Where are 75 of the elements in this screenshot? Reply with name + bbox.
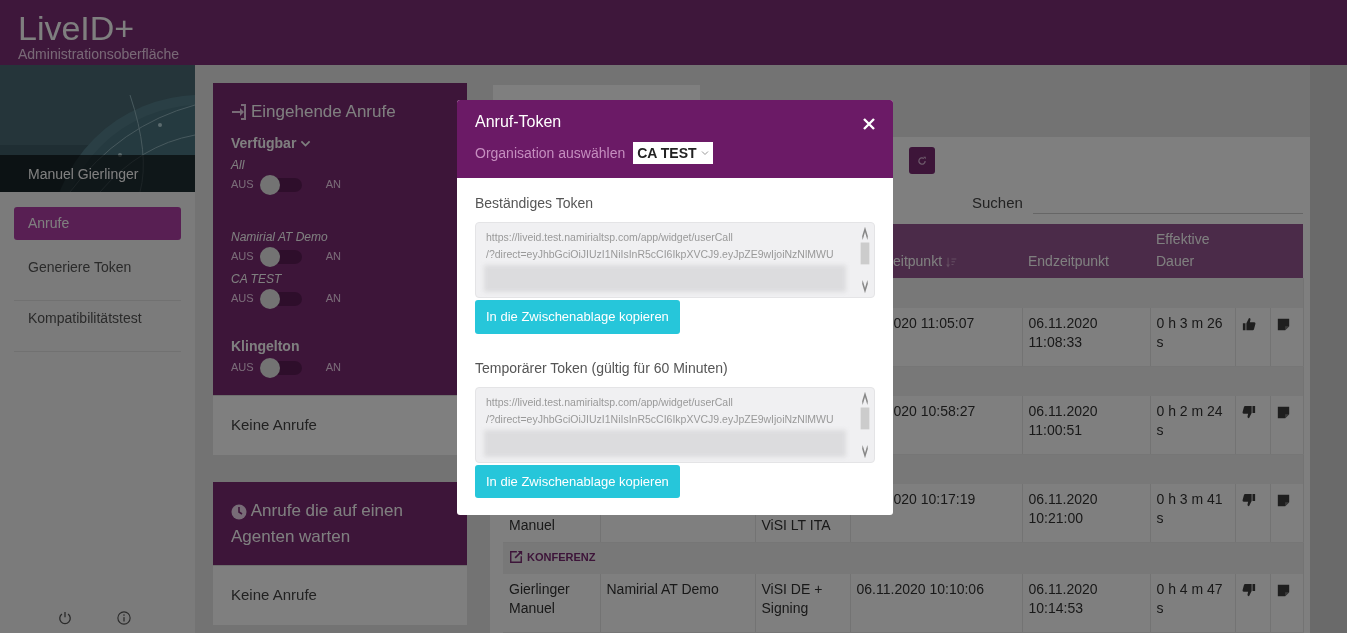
- table-cell: Namirial AT Demo: [606, 581, 719, 597]
- copy-button[interactable]: In die Zwischenablage kopieren: [475, 464, 680, 498]
- toggle-switch[interactable]: [261, 360, 302, 375]
- organization-select[interactable]: CA TEST: [633, 142, 713, 164]
- table-cell: Manuel: [509, 517, 555, 533]
- on-label: AN: [325, 291, 341, 307]
- organization-label: Organisation auswählen: [475, 143, 626, 163]
- thumbs-down-icon[interactable]: [1241, 583, 1256, 598]
- toggle-label: Namirial AT Demo: [231, 228, 329, 246]
- toggle-label: All: [231, 156, 246, 174]
- search-label: Suchen: [972, 192, 1023, 213]
- dialog-title: Anruf-Token: [475, 112, 562, 132]
- thumbs-down-icon[interactable]: [1241, 405, 1256, 420]
- on-label: AN: [325, 249, 341, 265]
- nav-item[interactable]: Generiere Token: [14, 250, 181, 301]
- token-text: /?direct=eyJhbGciOiJIUzI1NiIsInR5cCI6IkpXVCJ9.eyJpZE9wIjoiNzNlMWU: [486, 247, 835, 262]
- thumbs-up-icon[interactable]: [1241, 317, 1256, 332]
- toggle-switch[interactable]: [261, 249, 302, 264]
- toggle-label: CA TEST: [231, 270, 283, 288]
- table-cell: 0 h 4 m 47 s: [1156, 581, 1223, 616]
- token-field[interactable]: https://liveid.test.namirialtsp.com/app/widget/userCall /?direct=eyJhbGciOiJIUzI1NiIsInR5cCI6IkpXVCJ9.eyJpZE9wIjoiNzNlMWU: [475, 386, 875, 463]
- on-label: AN: [325, 177, 341, 193]
- table-cell: 020 10:58:27: [893, 403, 976, 419]
- off-label: AUS: [231, 291, 254, 307]
- table-cell: 06.11.2020 10:14:53: [1028, 581, 1098, 616]
- off-label: AUS: [231, 360, 254, 376]
- table-cell: 06.11.2020 10:10:06: [856, 581, 984, 597]
- panel-title: Anrufe die auf einen Agenten warten: [231, 500, 404, 548]
- note-icon[interactable]: [1276, 583, 1290, 597]
- off-label: AUS: [231, 249, 254, 265]
- note-icon[interactable]: [1276, 405, 1290, 419]
- copy-button[interactable]: In die Zwischenablage kopieren: [475, 300, 680, 334]
- app-subtitle: Administrationsoberfläche: [18, 46, 181, 62]
- table-cell: 0 h 2 m 24 s: [1156, 403, 1223, 438]
- table-cell: 06.11.2020 10:21:00: [1028, 491, 1098, 526]
- off-label: AUS: [231, 177, 254, 193]
- panel-title: Eingehende Anrufe: [251, 101, 396, 123]
- info-icon[interactable]: [117, 611, 131, 625]
- chevron-down-icon: [700, 149, 709, 157]
- table-cell: 020 11:05:07: [893, 315, 975, 331]
- table-cell: 0 h 3 m 26 s: [1156, 315, 1223, 350]
- clock-icon: [231, 503, 247, 520]
- power-icon[interactable]: [58, 611, 72, 625]
- token-text: https://liveid.test.namirialtsp.com/app/widget/userCall: [486, 230, 734, 245]
- column-header: Endzeitpunkt: [1022, 224, 1150, 278]
- toggle-switch[interactable]: [261, 177, 302, 192]
- token-text: https://liveid.test.namirialtsp.com/app/widget/userCall: [486, 394, 734, 410]
- note-icon[interactable]: [1276, 493, 1290, 507]
- token-text: /?direct=eyJhbGciOiJIUzI1NiIsInR5cCI6IkpXVCJ9.eyJpZE9wIjoiNzNlMWU: [486, 411, 835, 427]
- token-field[interactable]: https://liveid.test.namirialtsp.com/app/widget/userCall /?direct=eyJhbGciOiJIUzI1NiIsInR5cCI6IkpXVCJ9.eyJpZE9wIjoiNzNlMWU: [475, 222, 875, 298]
- note-icon[interactable]: [1276, 317, 1290, 331]
- field-label: Beständiges Token: [475, 194, 595, 213]
- nav-item[interactable]: Kompatibilitätstest: [14, 301, 181, 352]
- app-logo: LiveID+: [18, 10, 136, 46]
- field-label: Temporärer Token (gültig für 60 Minuten): [475, 358, 729, 378]
- table-cell: 020 10:17:19: [893, 491, 976, 507]
- column-header: Effektive Dauer: [1150, 224, 1235, 278]
- availability-dropdown[interactable]: Verfügbar: [231, 132, 312, 154]
- on-label: AN: [325, 360, 341, 376]
- empty-message: Keine Anrufe: [213, 565, 467, 625]
- table-cell: 06.11.2020 11:08:33: [1028, 315, 1098, 350]
- table-cell: 06.11.2020 11:00:51: [1028, 403, 1098, 438]
- group-label: KONFERENZ: [509, 547, 596, 567]
- table-cell: ViSI LT ITA: [761, 517, 831, 533]
- edit-icon: [509, 550, 523, 564]
- thumbs-down-icon[interactable]: [1241, 493, 1256, 508]
- toggle-label: Klingelton: [231, 336, 301, 356]
- refresh-icon: [917, 155, 927, 166]
- sort-icon: [945, 256, 957, 268]
- table-cell: 0 h 3 m 41 s: [1156, 491, 1223, 526]
- toggle-switch[interactable]: [261, 291, 302, 306]
- sign-in-icon: [231, 103, 247, 120]
- nav-item[interactable]: Anrufe: [14, 207, 181, 240]
- table-cell: Gierlinger Manuel: [509, 581, 570, 616]
- table-cell: ViSI DE + Signing: [761, 581, 823, 616]
